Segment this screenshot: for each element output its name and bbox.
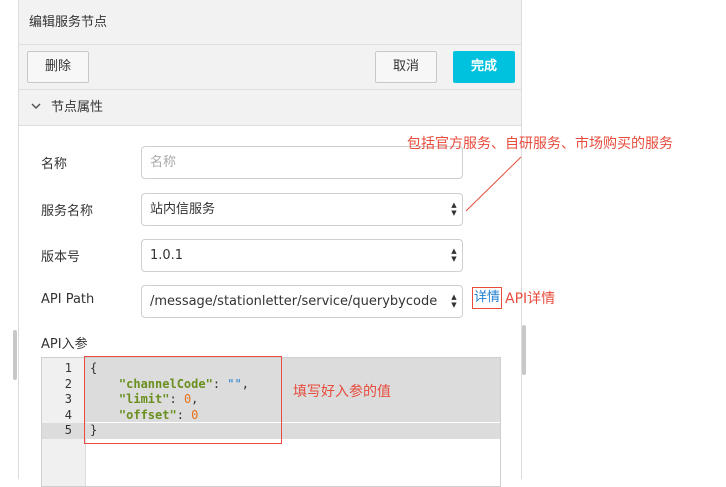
- annotation-pointer-line: [465, 156, 522, 212]
